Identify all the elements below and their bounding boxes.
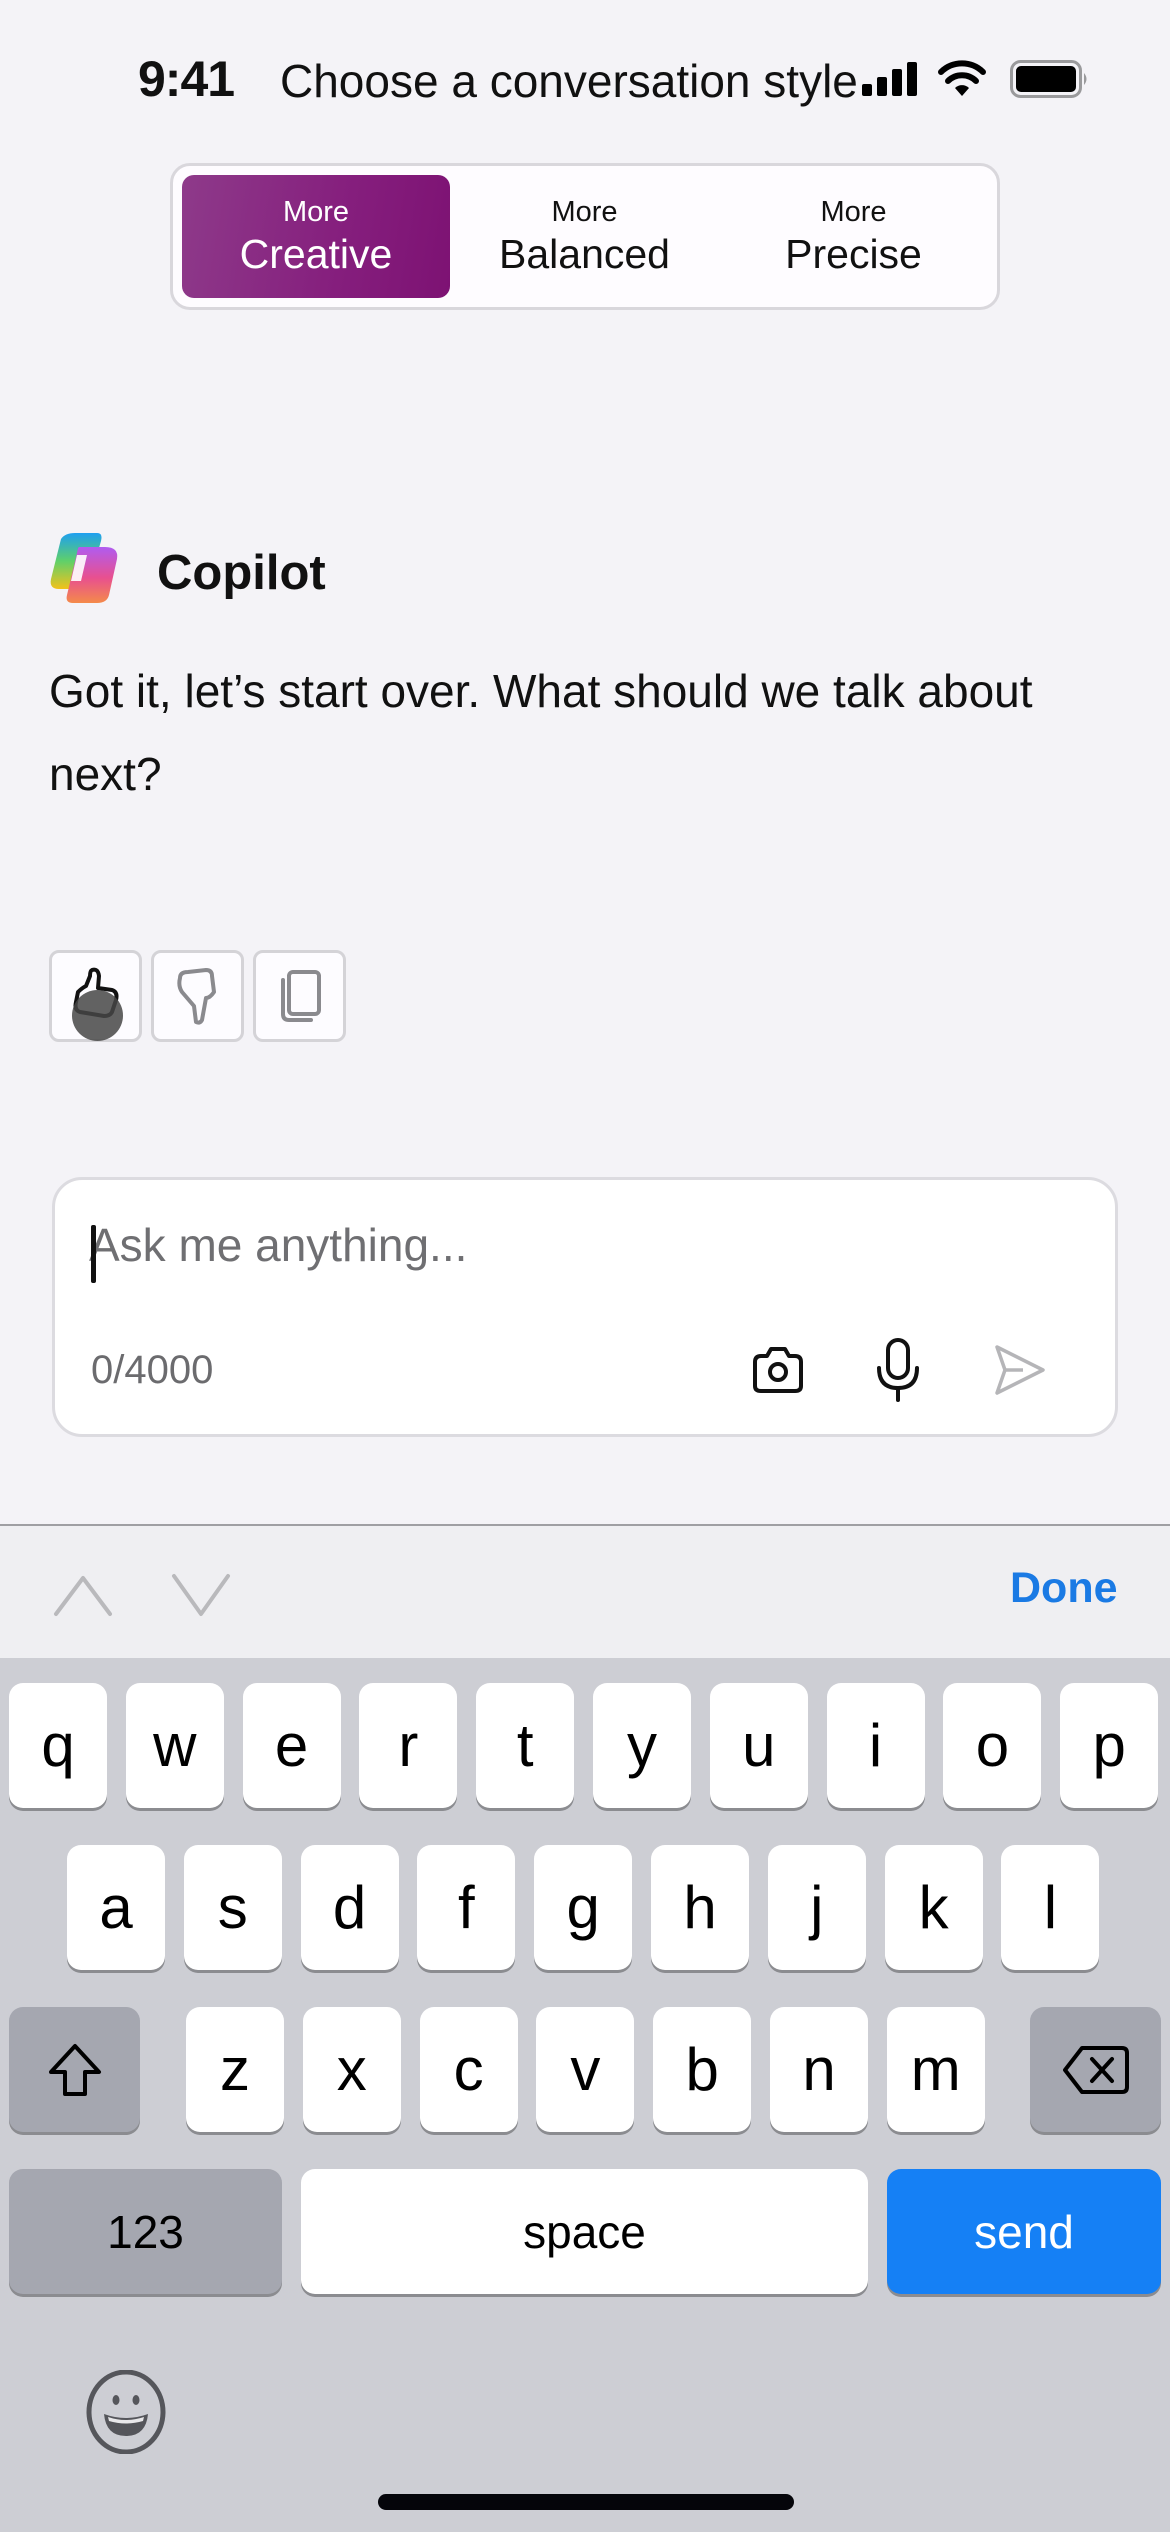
home-indicator xyxy=(378,2494,794,2510)
key-k[interactable]: k xyxy=(884,1845,983,1970)
key-j[interactable]: j xyxy=(767,1845,866,1970)
numbers-key[interactable]: 123 xyxy=(9,2169,282,2294)
key-x[interactable]: x xyxy=(302,2007,401,2132)
shift-icon xyxy=(48,2043,101,2096)
space-key[interactable]: space xyxy=(301,2169,868,2294)
key-y[interactable]: y xyxy=(593,1683,691,1808)
key-m[interactable]: m xyxy=(886,2007,985,2132)
key-v[interactable]: v xyxy=(536,2007,635,2132)
key-s[interactable]: s xyxy=(183,1845,282,1970)
style-option-label: Balanced xyxy=(499,230,670,277)
style-option-prefix: More xyxy=(551,195,618,228)
key-p[interactable]: p xyxy=(1060,1683,1159,1808)
delete-key[interactable] xyxy=(1030,2007,1161,2132)
battery-icon xyxy=(1010,60,1087,98)
key-u[interactable]: u xyxy=(709,1683,808,1808)
send-button[interactable] xyxy=(985,1330,1055,1410)
emoji-icon[interactable] xyxy=(84,2370,168,2454)
character-count: 0/4000 xyxy=(91,1348,214,1392)
page-title: Choose a conversation style xyxy=(280,55,858,107)
key-e[interactable]: e xyxy=(242,1683,341,1808)
key-o[interactable]: o xyxy=(943,1683,1042,1808)
assistant-name: Copilot xyxy=(157,546,326,600)
next-field-chevron-down-icon[interactable] xyxy=(168,1570,234,1620)
key-c[interactable]: c xyxy=(419,2007,518,2132)
copy-button[interactable] xyxy=(253,950,346,1042)
conversation-style-selector: More Creative More Balanced More Precise xyxy=(170,163,1000,310)
shift-key[interactable] xyxy=(9,2007,140,2132)
microphone-button[interactable] xyxy=(863,1330,933,1410)
style-option-balanced[interactable]: More Balanced xyxy=(450,175,719,298)
key-r[interactable]: r xyxy=(359,1683,458,1808)
touch-indicator xyxy=(72,990,123,1041)
key-q[interactable]: q xyxy=(9,1683,107,1808)
style-option-creative[interactable]: More Creative xyxy=(182,175,450,298)
backspace-icon xyxy=(1062,2045,1129,2094)
thumbs-down-icon xyxy=(176,968,216,1025)
key-b[interactable]: b xyxy=(653,2007,752,2132)
thumbs-down-button[interactable] xyxy=(151,950,244,1042)
key-l[interactable]: l xyxy=(1001,1845,1100,1970)
copy-icon xyxy=(280,970,321,1022)
key-d[interactable]: d xyxy=(300,1845,399,1970)
keyboard: qwertyuiop asdfghjkl zxcvbnm 123 space s… xyxy=(0,1658,1170,2532)
copilot-logo-icon xyxy=(50,533,118,603)
message-input[interactable] xyxy=(89,1210,989,1280)
style-option-prefix: More xyxy=(820,195,887,228)
style-option-precise[interactable]: More Precise xyxy=(719,175,988,298)
signal-icon xyxy=(862,62,917,96)
wifi-icon xyxy=(938,60,986,96)
key-t[interactable]: t xyxy=(476,1683,575,1808)
microphone-icon xyxy=(877,1338,919,1402)
composer: 0/4000 xyxy=(52,1177,1118,1437)
key-z[interactable]: z xyxy=(186,2007,284,2132)
key-f[interactable]: f xyxy=(417,1845,516,1970)
text-caret xyxy=(91,1225,96,1283)
style-option-prefix: More xyxy=(282,195,350,228)
key-i[interactable]: i xyxy=(826,1683,925,1808)
status-time: 9:41 xyxy=(138,51,235,107)
send-key[interactable]: send xyxy=(887,2169,1161,2294)
camera-button[interactable] xyxy=(743,1330,813,1410)
key-n[interactable]: n xyxy=(770,2007,868,2132)
key-h[interactable]: h xyxy=(651,1845,749,1970)
key-w[interactable]: w xyxy=(125,1683,224,1808)
previous-field-chevron-up-icon[interactable] xyxy=(50,1570,116,1620)
assistant-message: Got it, let’s start over. What should we… xyxy=(49,665,1033,800)
camera-icon xyxy=(753,1347,803,1393)
send-icon xyxy=(995,1345,1045,1395)
style-option-label: Precise xyxy=(785,230,922,277)
key-a[interactable]: a xyxy=(67,1845,165,1970)
key-g[interactable]: g xyxy=(534,1845,633,1970)
style-option-label: Creative xyxy=(239,230,393,277)
done-button[interactable]: Done xyxy=(1010,1564,1118,1613)
